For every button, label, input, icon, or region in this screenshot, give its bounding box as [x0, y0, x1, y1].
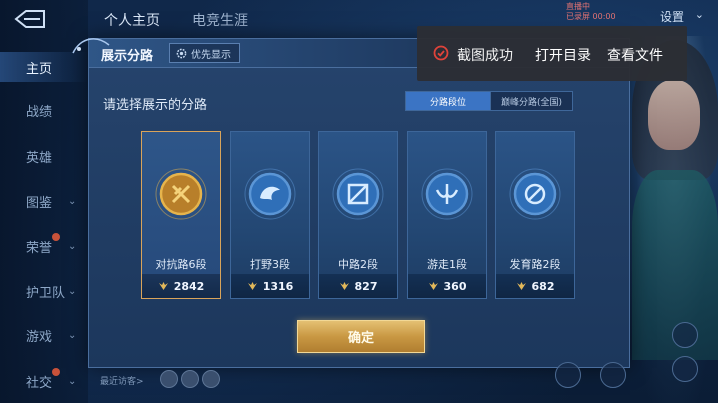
route-card-label: 发育路2段 [509, 258, 561, 271]
route-card-label: 游走1段 [427, 258, 467, 271]
route-card-score-value: 827 [354, 279, 378, 293]
marksman-icon [509, 168, 561, 220]
avatar[interactable] [202, 370, 220, 388]
avatar[interactable] [181, 370, 199, 388]
route-display-dialog: 展示分路 优先显示 请选择展示的分路 分路段位 巅峰分路(全国) 对抗路6段 28… [72, 38, 630, 368]
notification-badge [52, 233, 60, 241]
dialog-subtitle: 请选择展示的分路 [103, 98, 208, 113]
back-icon[interactable] [12, 8, 48, 30]
sidebar-item-label: 荣誉 [26, 240, 53, 256]
route-card-label: 打野3段 [250, 258, 290, 271]
route-card-score: 1316 [231, 274, 309, 298]
sidebar-item[interactable]: 护卫队 ⌄ [0, 276, 88, 306]
sidebar-item-label: 社交 [26, 375, 53, 391]
route-card-score-value: 360 [443, 279, 467, 293]
settings-button[interactable]: 设置 [660, 8, 684, 25]
sidebar-item[interactable]: 社交 ⌄ [0, 366, 88, 396]
rank-points-icon [247, 282, 257, 290]
route-card-score: 682 [496, 274, 574, 298]
sword-icon [155, 168, 207, 220]
segment-route-rank[interactable]: 分路段位 [405, 91, 491, 111]
open-directory-link[interactable]: 打开目录 [535, 45, 591, 65]
route-card-score: 827 [319, 274, 397, 298]
sidebar-item-label: 英雄 [26, 150, 53, 166]
route-card-label: 中路2段 [338, 258, 378, 271]
check-circle-icon [433, 45, 449, 61]
hero-artwork-face [648, 80, 700, 150]
sidebar-item[interactable]: 英雄 [0, 141, 88, 171]
route-card[interactable]: 打野3段 1316 [230, 131, 310, 299]
screenshot-toast: 截图成功 打开目录 查看文件 [417, 26, 687, 81]
gear-icon [176, 48, 187, 58]
dragon-icon [244, 168, 296, 220]
route-card[interactable]: 游走1段 360 [407, 131, 487, 299]
notification-badge [52, 368, 60, 376]
sidebar-item-label: 战绩 [26, 104, 53, 120]
tab-esports-career[interactable]: 电竞生涯 [192, 10, 248, 30]
status-indicator: 直播中 已录屏 00:00 [566, 2, 638, 22]
sidebar-item[interactable]: 游戏 ⌄ [0, 320, 88, 350]
route-card[interactable]: 中路2段 827 [318, 131, 398, 299]
sidebar-item-label: 护卫队 [26, 285, 66, 301]
chevron-down-icon: ⌄ [68, 240, 77, 252]
toast-message: 截图成功 [457, 48, 513, 64]
chevron-down-icon: ⌄ [68, 329, 77, 341]
route-card-score: 360 [408, 274, 486, 298]
chevron-down-icon: ⌄ [68, 195, 77, 207]
priority-display-button[interactable]: 优先显示 [169, 43, 240, 63]
route-card[interactable]: 发育路2段 682 [495, 131, 575, 299]
sidebar: 主页 战绩 英雄 图鉴 ⌄ 荣誉 ⌄ 护卫队 ⌄ 游戏 ⌄ 社交 ⌄ [0, 0, 88, 403]
chevron-down-icon: ⌄ [68, 285, 77, 297]
hero-action-icon[interactable] [672, 322, 698, 348]
sidebar-item-label: 图鉴 [26, 195, 53, 211]
sidebar-item-label: 游戏 [26, 329, 53, 345]
sidebar-item[interactable]: 荣誉 ⌄ [0, 231, 88, 261]
mid-lane-icon [332, 168, 384, 220]
recent-visitors-link[interactable]: 最近访客> [100, 374, 144, 387]
rank-points-icon [158, 282, 168, 290]
avatar[interactable] [160, 370, 178, 388]
route-card-score-value: 2842 [173, 279, 205, 293]
rank-points-icon [428, 282, 438, 290]
support-icon [421, 168, 473, 220]
confirm-button[interactable]: 确定 [297, 320, 425, 353]
priority-label: 优先显示 [191, 49, 231, 61]
status-line: 已录屏 00:00 [566, 12, 616, 21]
rank-points-icon [339, 282, 349, 290]
route-card-label: 对抗路6段 [155, 258, 207, 271]
chevron-down-icon[interactable]: ⌄ [695, 8, 704, 21]
status-line: 直播中 [566, 2, 590, 11]
segment-peak-route[interactable]: 巅峰分路(全国) [490, 91, 573, 111]
view-file-link[interactable]: 查看文件 [607, 45, 663, 65]
profile-action-icon[interactable] [555, 362, 581, 388]
hero-switch-icon[interactable] [672, 356, 698, 382]
rank-points-icon [516, 282, 526, 290]
sidebar-item[interactable]: 图鉴 ⌄ [0, 186, 88, 216]
tab-personal-home[interactable]: 个人主页 [104, 10, 160, 30]
sidebar-item[interactable]: 战绩 [0, 95, 88, 125]
route-card[interactable]: 对抗路6段 2842 [141, 131, 221, 299]
route-card-score: 2842 [142, 274, 220, 298]
sidebar-item-label: 主页 [26, 61, 53, 77]
play-icon[interactable] [600, 362, 626, 388]
chevron-down-icon: ⌄ [68, 375, 77, 387]
dialog-title: 展示分路 [101, 49, 154, 64]
route-card-score-value: 682 [531, 279, 555, 293]
route-card-score-value: 1316 [262, 279, 294, 293]
